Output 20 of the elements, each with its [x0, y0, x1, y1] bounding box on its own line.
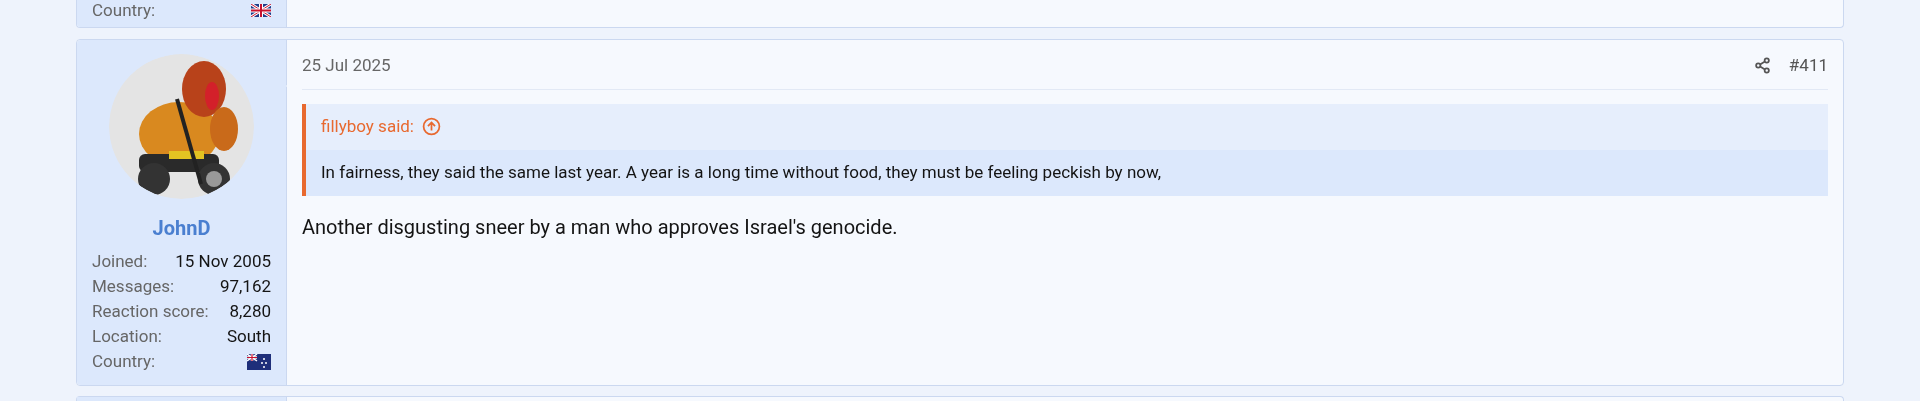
stat-value: 8,280 — [229, 300, 271, 323]
stat-label: Country: — [92, 350, 156, 373]
post-body-text: Another disgusting sneer by a man who approves Israel's genocide. — [302, 213, 899, 241]
stat-value: South — [226, 325, 271, 348]
stat-label: Messages: — [92, 275, 175, 298]
stat-value: 15 Nov 2005 — [175, 250, 271, 273]
quote-text: In fairness, they said the same last year. A year is a long time without food, they must be feeling peckish by now, — [321, 160, 1162, 184]
arrow-up-circle-icon[interactable] — [421, 117, 441, 136]
username-link[interactable]: JohnD — [92, 213, 271, 243]
stat-value: 97,162 — [219, 275, 271, 298]
post-date[interactable]: 25 Jul 2025 — [302, 53, 391, 79]
quote-author-link[interactable]: fillyboy said: — [321, 113, 414, 140]
stat-label: Country: — [92, 0, 156, 22]
stat-label: Location: — [92, 325, 162, 348]
post-number-link[interactable]: #411 — [1788, 53, 1828, 79]
uk-flag-icon — [251, 4, 271, 17]
share-icon[interactable] — [1753, 57, 1771, 75]
stat-label: Joined: — [92, 250, 148, 273]
stat-label: Reaction score: — [92, 300, 209, 323]
flag-icon — [247, 353, 271, 370]
